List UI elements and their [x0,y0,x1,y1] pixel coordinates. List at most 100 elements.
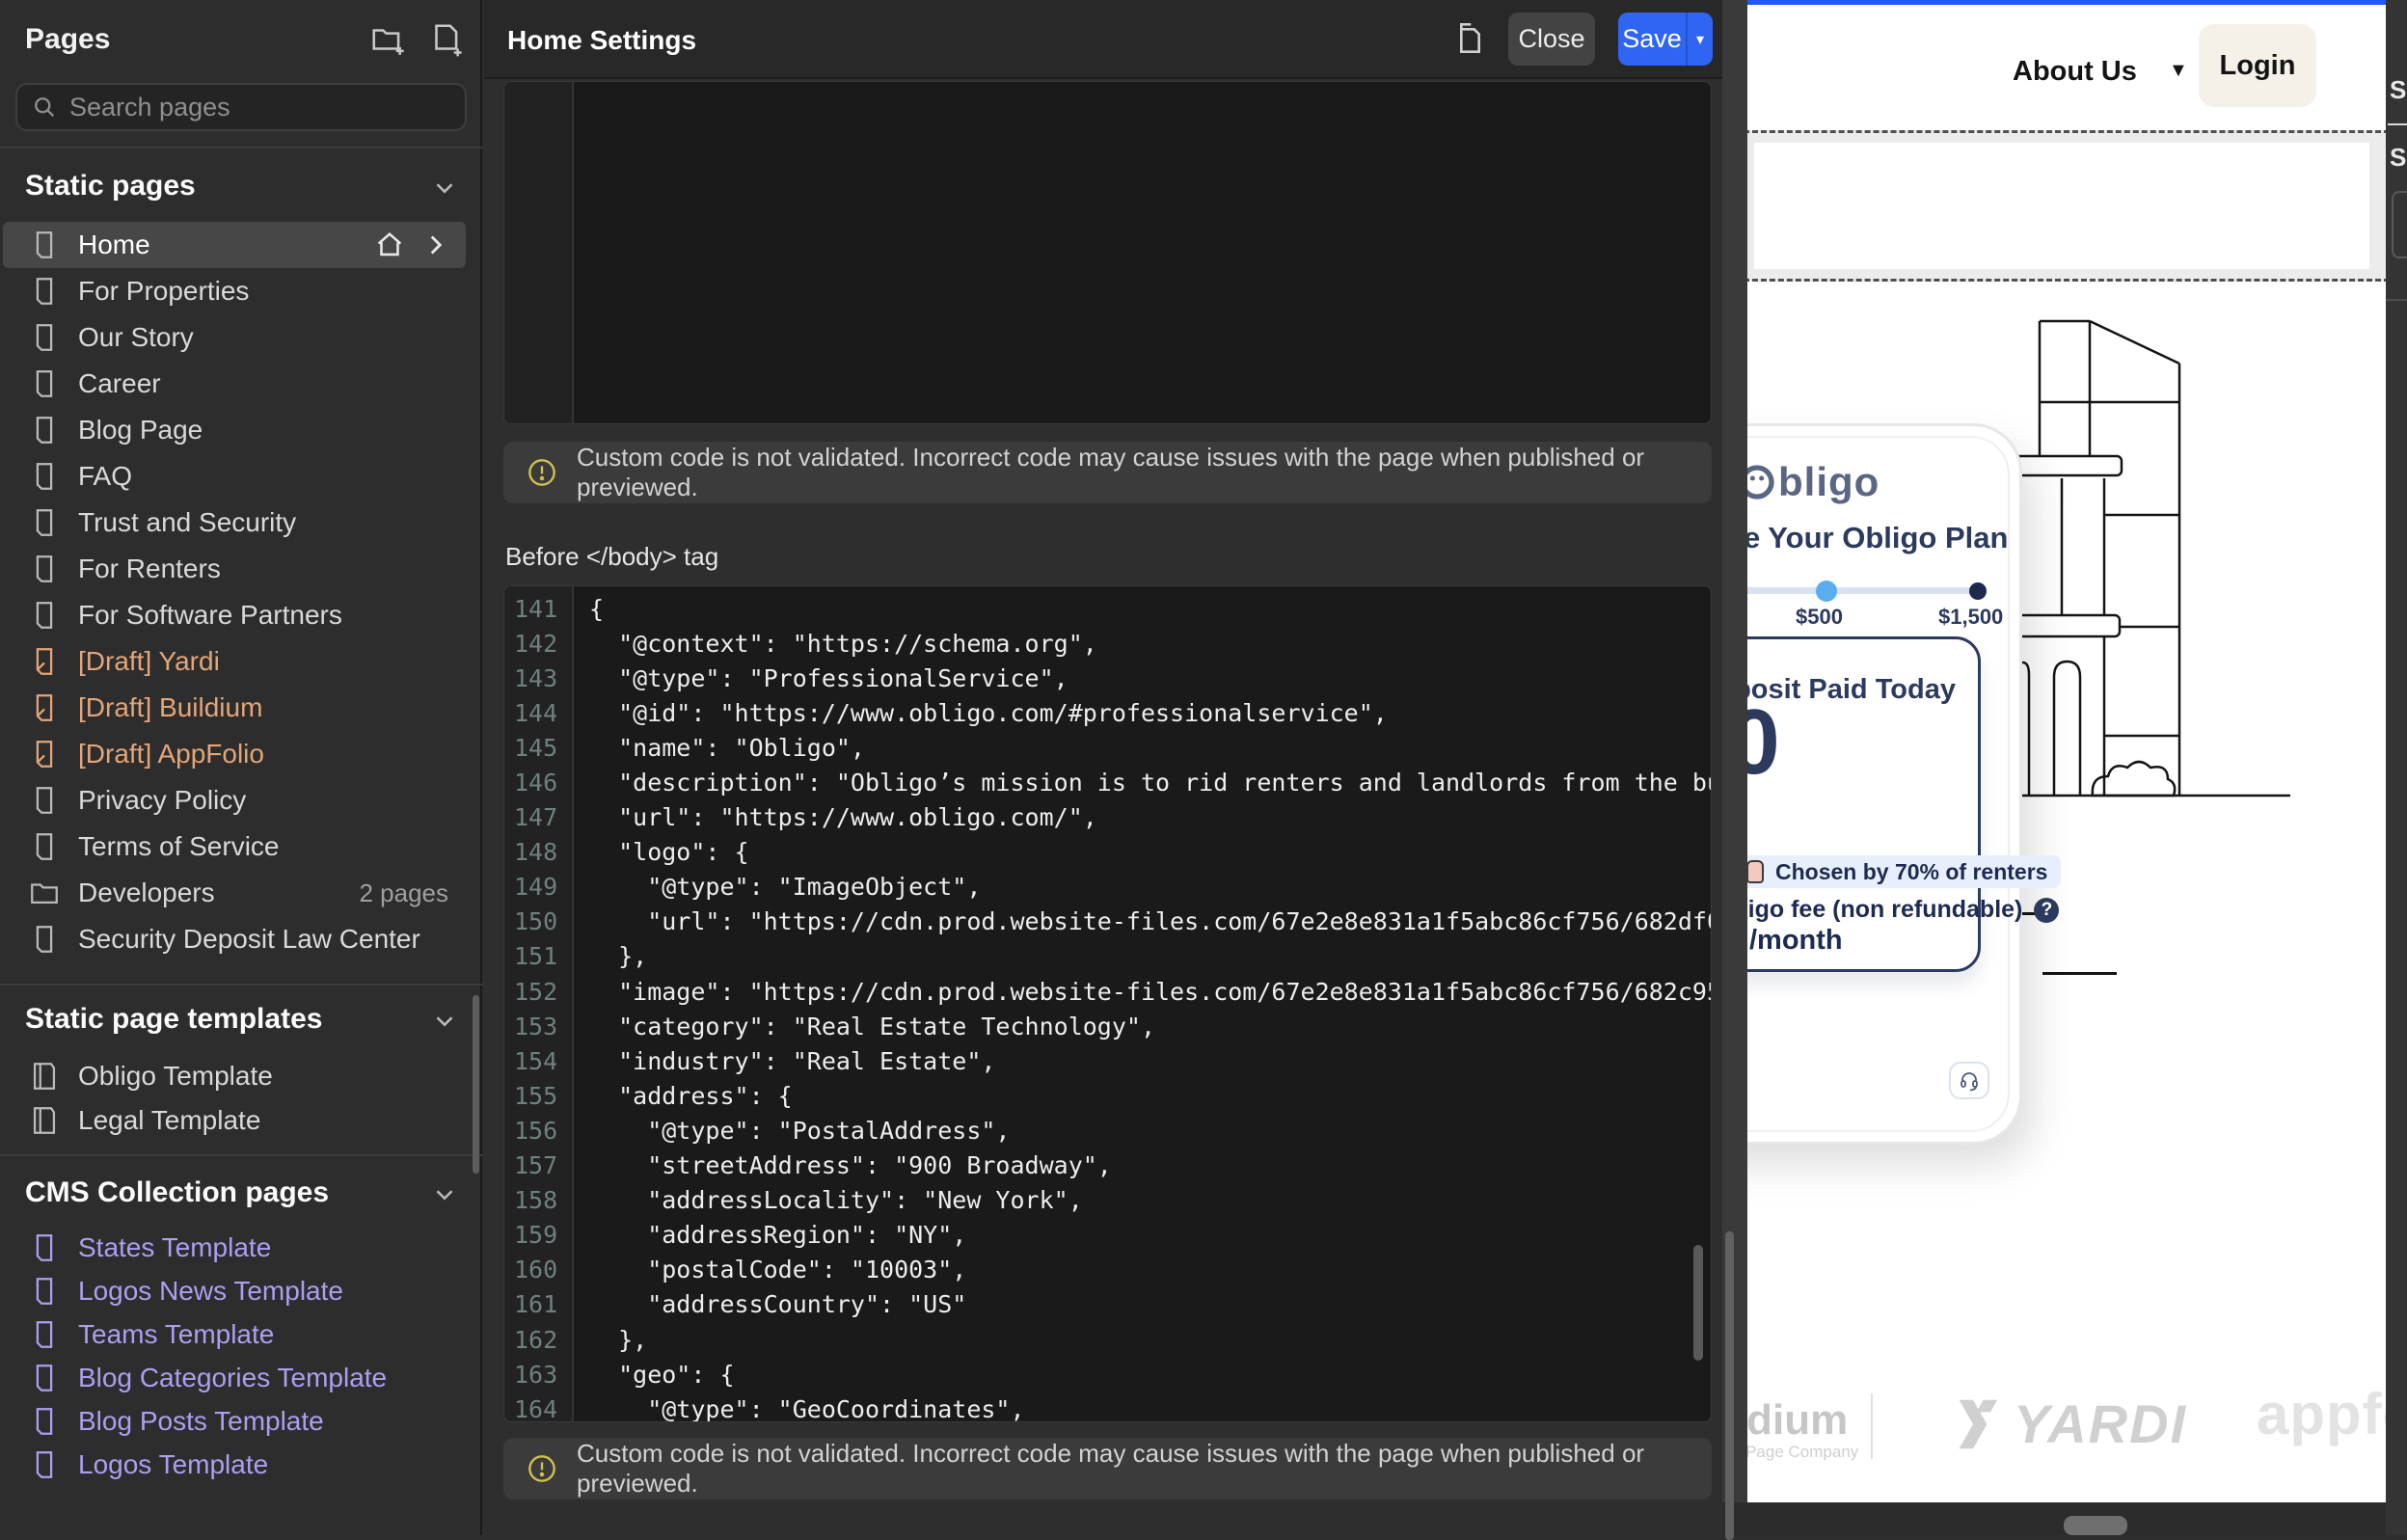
new-folder-icon[interactable] [369,21,406,58]
folder-icon [28,877,61,909]
sidebar-item-states-template[interactable]: States Template [3,1225,466,1271]
building-illustration [2004,289,2386,810]
sidebar-item-teams-template[interactable]: Teams Template [3,1311,466,1358]
cms-page-icon [28,1362,61,1394]
sidebar-item-logos-news-template[interactable]: Logos News Template [3,1268,466,1314]
custom-code-warning: Custom code is not validated. Incorrect … [503,1438,1712,1499]
section-cms-collection-pages[interactable]: CMS Collection pages [25,1176,329,1209]
selection-top-bar [1747,0,2386,5]
code-line: 153 "category": "Real Estate Technology"… [504,1009,1711,1043]
code-line: 163 "geo": { [504,1357,1711,1391]
renters-badge: Chosen by 70% of renters [1747,855,2061,888]
yardi-logo-text: YARDI [2014,1392,2187,1455]
sidebar-item-terms-of-service[interactable]: Terms of Service [3,824,466,870]
divider [2386,299,2407,301]
duplicate-icon[interactable] [1448,21,1487,60]
pages-sidebar: Pages Static pages Home For Properties O… [0,0,482,1535]
sidebar-item-draft-buildium[interactable]: [Draft] Buildium [3,685,466,731]
cms-page-icon [28,1275,61,1308]
code-line: 160 "postalCode": "10003", [504,1253,1711,1287]
sidebar-item-security-deposit-law-center[interactable]: Security Deposit Law Center [3,916,466,962]
yardi-logo: YARDI [1956,1392,2187,1455]
plan-slider-max-dot[interactable] [1969,582,1987,600]
code-line: 157 "streetAddress": "900 Broadway", [504,1148,1711,1183]
code-line: 151 }, [504,939,1711,974]
thumbs-up-icon [1747,860,1764,883]
selected-section-outline[interactable] [1747,130,2386,282]
close-button[interactable]: Close [1508,13,1595,66]
code-gutter [504,82,574,423]
new-page-icon[interactable] [427,21,464,58]
save-button-label[interactable]: Save [1618,13,1686,66]
sidebar-item-draft-appfolio[interactable]: [Draft] AppFolio [3,731,466,777]
sidebar-item-label: [Draft] Yardi [78,646,220,677]
chevron-down-icon[interactable] [430,174,459,203]
chevron-down-icon[interactable] [430,1180,459,1209]
save-button[interactable]: Save ▾ [1618,13,1713,66]
code-line: 141{ [504,591,1711,626]
sidebar-item-faq[interactable]: FAQ [3,453,466,500]
yardi-mark-icon [1956,1396,2008,1452]
sidebar-item-label: Obligo Template [78,1061,273,1092]
cms-page-icon [28,1231,61,1264]
nav-about-us[interactable]: About Us [2013,56,2167,88]
sidebar-item-home[interactable]: Home [3,222,466,268]
sidebar-item-for-software-partners[interactable]: For Software Partners [3,592,466,638]
obligo-logo-text: bligo [1778,459,1880,505]
sidebar-item-blog-categories-template[interactable]: Blog Categories Template [3,1355,466,1401]
per-month-text: /month [1749,925,1843,957]
code-line: 158 "addressLocality": "New York", [504,1183,1711,1218]
sidebar-item-blog-posts-template[interactable]: Blog Posts Template [3,1398,466,1445]
sidebar-item-developers[interactable]: Developers2 pages [3,870,466,916]
section-static-pages[interactable]: Static pages [25,170,196,203]
cms-page-icon [28,1448,61,1481]
sidebar-item-label: FAQ [78,461,132,492]
sidebar-item-for-properties[interactable]: For Properties [3,268,466,314]
section-static-page-templates[interactable]: Static page templates [25,1003,322,1036]
code-line: 159 "addressRegion": "NY", [504,1218,1711,1253]
before-body-code-editor[interactable]: 141{ 142 "@context": "https://schema.org… [503,585,1712,1422]
horizontal-scrollbar[interactable] [2064,1516,2127,1535]
plan-slider-track[interactable] [1747,587,1984,594]
code-line: 164 "@type": "GeoCoordinates", [504,1391,1711,1422]
code-editor-scrollbar[interactable] [1693,1245,1703,1361]
sidebar-item-obligo-template[interactable]: Obligo Template [3,1053,466,1099]
phone-mockup: bligo Choose Your Obligo Plan $500 $1,50… [1747,426,2019,1142]
sidebar-item-logos-template[interactable]: Logos Template [3,1442,466,1488]
login-button[interactable]: Login [2199,24,2316,107]
cms-page-icon [28,1318,61,1351]
sidebar-item-our-story[interactable]: Our Story [3,314,466,361]
nav-dropdown-icon[interactable]: ▼ [2169,60,2188,82]
help-icon[interactable]: ? [2034,898,2059,923]
partial-glyph: S [2390,75,2406,105]
fee-line-text: Obligo fee (non refundable) [1747,896,2022,924]
sidebar-item-career[interactable]: Career [3,361,466,407]
panel-scrollbar[interactable] [1725,1231,1734,1540]
page-icon [28,506,61,539]
support-chat-button[interactable] [1949,1062,1989,1099]
sidebar-item-privacy-policy[interactable]: Privacy Policy [3,777,466,824]
pages-title: Pages [25,23,110,56]
site-page: About Us ▼ Login [1747,0,2386,1502]
deposit-card: Deposit Paid Today $0 Chosen by 70% of r… [1747,636,1981,972]
save-dropdown-icon[interactable]: ▾ [1686,13,1713,66]
sidebar-item-label: Career [78,368,161,399]
chevron-down-icon[interactable] [430,1007,459,1036]
page-icon [28,830,61,863]
search-pages-input[interactable] [69,93,436,122]
headset-icon [1958,1069,1981,1093]
sidebar-item-trust-and-security[interactable]: Trust and Security [3,500,466,546]
sidebar-item-for-renters[interactable]: For Renters [3,546,466,592]
search-pages-box [15,83,467,131]
sidebar-scrollbar[interactable] [473,995,479,1174]
code-lines: 141{ 142 "@context": "https://schema.org… [504,591,1711,1422]
sidebar-item-legal-template[interactable]: Legal Template [3,1097,466,1144]
plan-slider-handle[interactable] [1816,581,1837,602]
sidebar-item-draft-yardi[interactable]: [Draft] Yardi [3,638,466,685]
before-head-code-editor[interactable] [503,81,1712,424]
page-icon [28,229,61,261]
sidebar-item-blog-page[interactable]: Blog Page [3,407,466,453]
draft-page-icon [28,645,61,678]
partial-button-outline [2392,191,2407,258]
chevron-right-icon[interactable] [419,229,452,261]
